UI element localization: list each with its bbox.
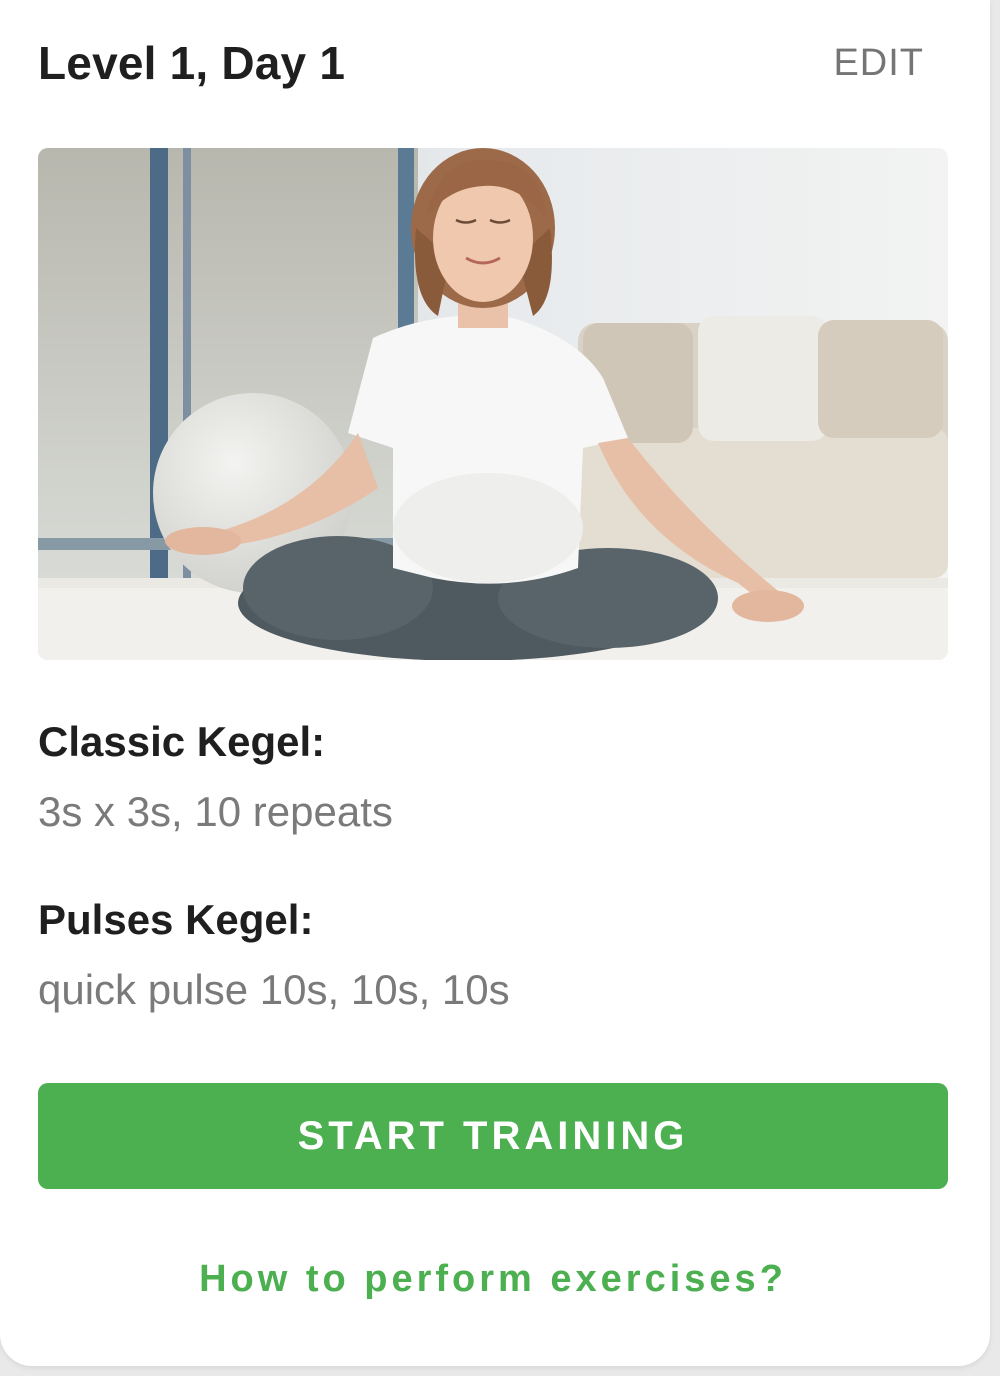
- exercise-name: Classic Kegel:: [38, 718, 326, 765]
- page-title: Level 1, Day 1: [38, 37, 346, 89]
- exercise-detail: 3s x 3s, 10 repeats: [38, 788, 393, 835]
- start-training-button[interactable]: START TRAINING: [38, 1083, 948, 1189]
- exercise-pulses-kegel: Pulses Kegel: quick pulse 10s, 10s, 10s: [38, 896, 510, 1014]
- card-header: Level 1, Day 1 EDIT: [38, 36, 928, 98]
- edit-button[interactable]: EDIT: [833, 42, 924, 85]
- hero-image: [38, 148, 948, 660]
- exercise-classic-kegel: Classic Kegel: 3s x 3s, 10 repeats: [38, 718, 393, 836]
- how-to-perform-link[interactable]: How to perform exercises?: [38, 1258, 948, 1301]
- exercise-name: Pulses Kegel:: [38, 896, 314, 943]
- workout-card: Level 1, Day 1 EDIT Classic Kegel: 3s x …: [0, 0, 990, 1366]
- exercise-detail: quick pulse 10s, 10s, 10s: [38, 966, 510, 1013]
